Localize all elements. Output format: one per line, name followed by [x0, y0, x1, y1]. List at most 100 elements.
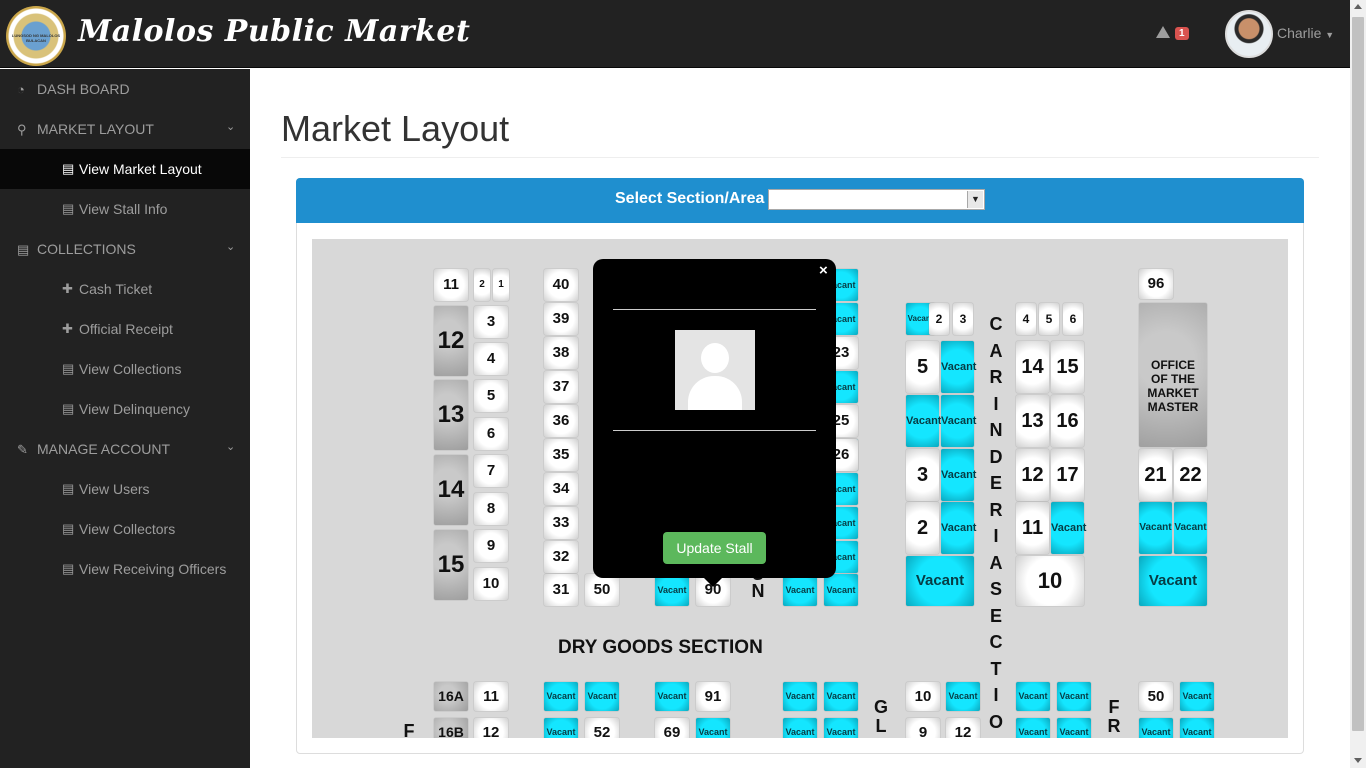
- vacant-stall[interactable]: Vacant: [906, 556, 974, 606]
- section-area-select[interactable]: ▼: [768, 189, 985, 210]
- stall[interactable]: 10: [1016, 556, 1084, 606]
- stall[interactable]: 2: [906, 502, 939, 554]
- stall[interactable]: 5: [906, 341, 939, 393]
- stall[interactable]: 1: [493, 269, 509, 301]
- vacant-stall[interactable]: Vacant: [1057, 682, 1091, 711]
- sidebar-item-view-users[interactable]: ▤ View Users: [0, 469, 250, 509]
- vacant-stall[interactable]: Vacant: [1180, 682, 1214, 711]
- user-menu-toggle[interactable]: Charlie ▼: [1277, 25, 1334, 41]
- stall[interactable]: 13: [434, 380, 468, 450]
- sidebar-item-view-stall-info[interactable]: ▤ View Stall Info: [0, 189, 250, 229]
- vacant-stall[interactable]: Vacant: [783, 718, 817, 738]
- update-stall-button[interactable]: Update Stall: [663, 532, 766, 564]
- vacant-stall[interactable]: Vacant: [696, 718, 730, 738]
- stall[interactable]: 10: [474, 568, 508, 600]
- popup-close-button[interactable]: ×: [819, 262, 828, 279]
- stall[interactable]: 36: [544, 405, 578, 437]
- alerts-button[interactable]: 1: [1155, 25, 1195, 45]
- stall[interactable]: 11: [434, 269, 468, 301]
- office-of-market-master[interactable]: OFFICE OF THE MARKET MASTER: [1139, 303, 1207, 447]
- stall[interactable]: 2: [929, 303, 949, 335]
- stall[interactable]: 4: [1016, 303, 1036, 335]
- stall[interactable]: 6: [474, 418, 508, 450]
- stall[interactable]: 8: [474, 493, 508, 525]
- stall[interactable]: 96: [1139, 269, 1173, 299]
- sidebar-item-official-receipt[interactable]: ✚ Official Receipt: [0, 309, 250, 349]
- vacant-stall[interactable]: Vacant: [655, 682, 689, 711]
- vacant-stall[interactable]: Vacant: [1174, 502, 1207, 554]
- stall[interactable]: 31: [544, 574, 578, 606]
- vertical-scrollbar[interactable]: [1350, 0, 1366, 768]
- stall[interactable]: 14: [1016, 341, 1049, 393]
- stall[interactable]: 9: [906, 718, 940, 738]
- stall[interactable]: 50: [1139, 682, 1173, 711]
- vacant-stall[interactable]: Vacant: [544, 718, 578, 738]
- sidebar-item-collections[interactable]: ▤ COLLECTIONS ⌄: [0, 229, 250, 269]
- stall[interactable]: 13: [1016, 395, 1049, 447]
- vacant-stall[interactable]: Vacant: [906, 395, 941, 447]
- sidebar-item-view-receiving-officers[interactable]: ▤ View Receiving Officers: [0, 549, 250, 589]
- vacant-stall[interactable]: Vacant: [941, 341, 976, 393]
- stall[interactable]: 4: [474, 343, 508, 375]
- vacant-stall[interactable]: Vacant: [1139, 556, 1207, 606]
- stall[interactable]: 39: [544, 303, 578, 335]
- stall[interactable]: 5: [1039, 303, 1059, 335]
- stall[interactable]: 11: [474, 682, 508, 711]
- stall[interactable]: 9: [474, 530, 508, 562]
- vacant-stall[interactable]: Vacant: [941, 395, 976, 447]
- vacant-stall[interactable]: Vacant: [1139, 718, 1173, 738]
- vacant-stall[interactable]: Vacant: [824, 718, 858, 738]
- stall[interactable]: 7: [474, 455, 508, 487]
- stall[interactable]: 91: [696, 682, 730, 711]
- sidebar-item-view-collections[interactable]: ▤ View Collections: [0, 349, 250, 389]
- stall[interactable]: 17: [1051, 449, 1084, 501]
- stall[interactable]: 22: [1174, 449, 1207, 501]
- stall[interactable]: 15: [434, 530, 468, 600]
- sidebar-item-manage-account[interactable]: ✎ MANAGE ACCOUNT ⌄: [0, 429, 250, 469]
- stall[interactable]: 2: [474, 269, 490, 301]
- vacant-stall[interactable]: Vacant: [1139, 502, 1172, 554]
- stall[interactable]: 33: [544, 507, 578, 539]
- vacant-stall[interactable]: Vacant: [946, 682, 980, 711]
- stall[interactable]: 10: [906, 682, 940, 711]
- stall[interactable]: 12: [474, 718, 508, 738]
- vacant-stall[interactable]: Vacant: [824, 682, 858, 711]
- stall[interactable]: 21: [1139, 449, 1172, 501]
- stall[interactable]: 16B: [434, 718, 468, 738]
- stall[interactable]: 38: [544, 337, 578, 369]
- stall[interactable]: 37: [544, 371, 578, 403]
- stall[interactable]: 3: [906, 449, 939, 501]
- stall[interactable]: 12: [946, 718, 980, 738]
- user-avatar[interactable]: [1225, 10, 1273, 58]
- vacant-stall[interactable]: Vacant: [1057, 718, 1091, 738]
- vacant-stall[interactable]: Vacant: [544, 682, 578, 711]
- sidebar-item-view-market-layout[interactable]: ▤ View Market Layout: [0, 149, 250, 189]
- sidebar-item-market-layout[interactable]: ⚲ MARKET LAYOUT ⌄: [0, 109, 250, 149]
- stall[interactable]: 16: [1051, 395, 1084, 447]
- scroll-down-arrow-icon[interactable]: [1354, 758, 1362, 763]
- stall[interactable]: 50: [585, 574, 619, 606]
- stall[interactable]: 5: [474, 380, 508, 412]
- vacant-stall[interactable]: Vacant: [1180, 718, 1214, 738]
- stall[interactable]: 12: [434, 306, 468, 376]
- vacant-stall[interactable]: Vacant: [1016, 718, 1050, 738]
- stall[interactable]: 35: [544, 439, 578, 471]
- vacant-stall[interactable]: Vacant: [655, 574, 689, 606]
- stall[interactable]: 15: [1051, 341, 1084, 393]
- vacant-stall[interactable]: Vacant: [824, 574, 858, 606]
- stall[interactable]: 34: [544, 473, 578, 505]
- vacant-stall[interactable]: Vacant: [1016, 682, 1050, 711]
- stall[interactable]: 14: [434, 455, 468, 525]
- vacant-stall[interactable]: Vacant: [783, 574, 817, 606]
- select-arrow-icon[interactable]: ▼: [967, 191, 983, 208]
- vacant-stall[interactable]: Vacant: [1051, 502, 1086, 554]
- vacant-stall[interactable]: Vacant: [585, 682, 619, 711]
- stall[interactable]: 6: [1063, 303, 1083, 335]
- sidebar-item-cash-ticket[interactable]: ✚ Cash Ticket: [0, 269, 250, 309]
- sidebar-item-view-delinquency[interactable]: ▤ View Delinquency: [0, 389, 250, 429]
- scroll-thumb[interactable]: [1352, 17, 1364, 731]
- sidebar-item-view-collectors[interactable]: ▤ View Collectors: [0, 509, 250, 549]
- stall[interactable]: 3: [953, 303, 973, 335]
- stall[interactable]: 3: [474, 306, 508, 338]
- scroll-up-arrow-icon[interactable]: [1354, 4, 1362, 9]
